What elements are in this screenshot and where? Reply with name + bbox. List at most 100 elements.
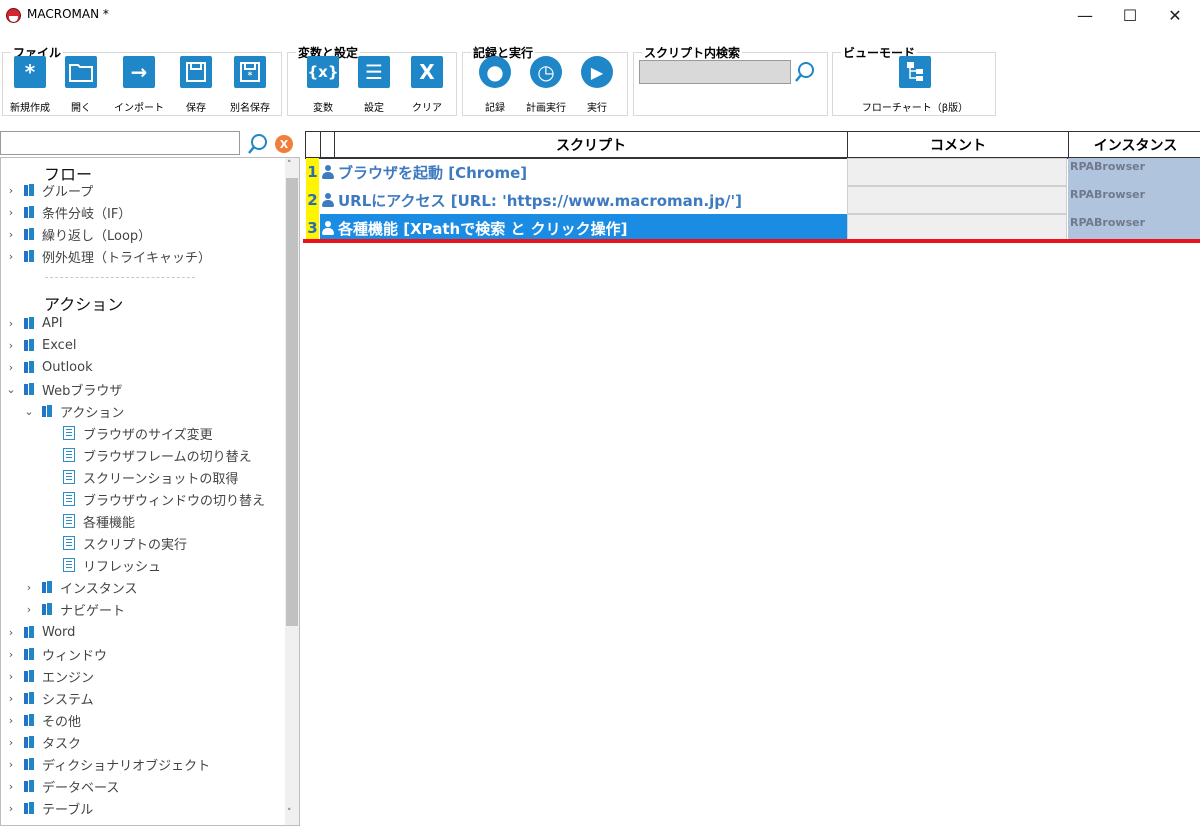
chevron-right-icon: › bbox=[8, 779, 14, 793]
tree-item-web-browser[interactable]: ⌄ Webブラウザ bbox=[5, 378, 122, 400]
book-icon bbox=[23, 647, 35, 661]
tree-item-database[interactable]: › データベース bbox=[5, 775, 119, 797]
flowchart-button-label: フローチャート（β版） bbox=[861, 103, 969, 114]
document-icon bbox=[63, 448, 75, 462]
column-header-instance[interactable]: インスタンス bbox=[1068, 131, 1200, 159]
tree-item-label: システム bbox=[42, 692, 94, 708]
instance-cell[interactable]: RPABrowser bbox=[1068, 214, 1200, 242]
search-icon[interactable] bbox=[794, 61, 816, 87]
tree-item-api[interactable]: › API bbox=[5, 312, 63, 334]
title-bar: MACROMAN * — ☐ ✕ bbox=[0, 0, 1200, 32]
tree-item-label: エンジン bbox=[42, 670, 95, 686]
tree-leaf-frame-switch[interactable]: ブラウザフレームの切り替え bbox=[63, 444, 252, 466]
tree-item-label: Word bbox=[42, 624, 76, 640]
schedule-run-button[interactable]: ◷ 計画実行 bbox=[521, 55, 571, 114]
tree-leaf-resize[interactable]: ブラウザのサイズ変更 bbox=[63, 422, 213, 444]
tree-leaf-window-switch[interactable]: ブラウザウィンドウの切り替え bbox=[63, 488, 265, 510]
tree-item-if[interactable]: › 条件分岐（IF） bbox=[5, 201, 131, 223]
chevron-down-icon: ⌄ bbox=[6, 382, 16, 396]
scroll-down-icon[interactable]: ˅ bbox=[287, 808, 292, 818]
save-as-button[interactable]: * 別名保存 bbox=[225, 55, 275, 114]
tree-item-task[interactable]: › タスク bbox=[5, 731, 81, 753]
chevron-down-icon: ⌄ bbox=[24, 404, 34, 418]
clear-search-icon[interactable]: X bbox=[275, 135, 293, 153]
book-icon bbox=[23, 183, 35, 197]
script-grid: スクリプト コメント インスタンス 1 ブラウザを起動 [Chrome] RPA… bbox=[303, 131, 1200, 826]
action-person-icon bbox=[320, 164, 336, 180]
tree-item-try-catch[interactable]: › 例外処理（トライキャッチ） bbox=[5, 245, 211, 267]
comment-cell[interactable] bbox=[847, 214, 1067, 242]
tree-item-label: ナビゲート bbox=[60, 603, 126, 619]
tree-leaf-various-functions[interactable]: 各種機能 bbox=[63, 510, 135, 532]
tree-item-engine[interactable]: › エンジン bbox=[5, 665, 94, 687]
table-row[interactable]: URLにアクセス [URL: 'https://www.macroman.jp/… bbox=[320, 186, 847, 214]
import-button-label: インポート bbox=[114, 103, 164, 114]
comment-cell[interactable] bbox=[847, 158, 1067, 186]
chevron-right-icon: › bbox=[8, 691, 14, 705]
save-button[interactable]: 保存 bbox=[171, 55, 221, 114]
import-button[interactable]: → インポート bbox=[114, 55, 164, 114]
document-icon bbox=[63, 426, 75, 440]
tree-scrollbar[interactable]: ˄ ˅ bbox=[285, 158, 299, 825]
clear-button[interactable]: X クリア bbox=[402, 55, 452, 114]
tree-leaf-screenshot[interactable]: スクリーンショットの取得 bbox=[63, 466, 238, 488]
chevron-right-icon: › bbox=[8, 735, 14, 749]
tree-item-label: アクション bbox=[60, 405, 125, 421]
variables-icon: {x} bbox=[307, 56, 339, 88]
open-button[interactable]: 開く bbox=[56, 55, 106, 114]
settings-button[interactable]: ☰ 設定 bbox=[349, 55, 399, 114]
row-header-corner-2 bbox=[320, 131, 335, 159]
book-icon bbox=[23, 227, 35, 241]
script-search-input[interactable] bbox=[639, 60, 791, 84]
script-search-group: スクリプト内検索 bbox=[633, 44, 828, 116]
row-header-corner bbox=[305, 131, 321, 159]
file-group: ファイル * 新規作成 開く → インポート 保存 * 別名保存 bbox=[2, 44, 282, 116]
tree-item-excel[interactable]: › Excel bbox=[5, 334, 77, 356]
run-button[interactable]: ▶ 実行 bbox=[572, 55, 622, 114]
tree-item-label: Excel bbox=[42, 337, 77, 353]
tree-item-outlook[interactable]: › Outlook bbox=[5, 356, 93, 378]
row-number: 3 bbox=[306, 214, 319, 242]
table-row[interactable]: ブラウザを起動 [Chrome] bbox=[320, 158, 847, 186]
table-row-selected[interactable]: 各種機能 [XPathで検索 と クリック操作] bbox=[320, 214, 847, 242]
tree-item-loop[interactable]: › 繰り返し（Loop） bbox=[5, 223, 151, 245]
close-button[interactable]: ✕ bbox=[1152, 0, 1198, 30]
open-button-label: 開く bbox=[71, 103, 91, 114]
action-person-icon bbox=[320, 192, 336, 208]
tree-leaf-run-script[interactable]: スクリプトの実行 bbox=[63, 532, 187, 554]
column-header-comment[interactable]: コメント bbox=[847, 131, 1069, 159]
instance-cell[interactable]: RPABrowser bbox=[1068, 186, 1200, 214]
record-button[interactable]: ● 記録 bbox=[470, 55, 520, 114]
scroll-up-icon[interactable]: ˄ bbox=[287, 160, 292, 170]
tree-item-other[interactable]: › その他 bbox=[5, 709, 81, 731]
tree-item-group[interactable]: › グループ bbox=[5, 179, 93, 201]
tree-item-word[interactable]: › Word bbox=[5, 621, 76, 643]
new-button[interactable]: * 新規作成 bbox=[5, 55, 55, 114]
tree-item-window[interactable]: › ウィンドウ bbox=[5, 643, 107, 665]
minimize-button[interactable]: — bbox=[1062, 0, 1108, 30]
tree-search-icon[interactable] bbox=[247, 133, 269, 159]
column-header-script[interactable]: スクリプト bbox=[334, 131, 848, 159]
tree-item-dictionary[interactable]: › ディクショナリオブジェクト bbox=[5, 753, 210, 775]
scroll-thumb[interactable] bbox=[286, 178, 298, 626]
action-search-input[interactable] bbox=[0, 131, 240, 155]
tree-item-navigate[interactable]: › ナビゲート bbox=[23, 598, 125, 620]
book-icon bbox=[23, 691, 35, 705]
clear-icon: X bbox=[411, 56, 443, 88]
tree-item-system[interactable]: › システム bbox=[5, 687, 94, 709]
app-logo-icon bbox=[6, 8, 21, 23]
tree-item-table[interactable]: › テーブル bbox=[5, 797, 93, 819]
book-icon bbox=[23, 779, 35, 793]
chevron-right-icon: › bbox=[26, 602, 32, 616]
chevron-right-icon: › bbox=[8, 757, 14, 771]
tree-leaf-refresh[interactable]: リフレッシュ bbox=[63, 554, 161, 576]
flowchart-button[interactable]: フローチャート（β版） bbox=[862, 55, 968, 114]
variables-button[interactable]: {x} 変数 bbox=[298, 55, 348, 114]
instance-cell[interactable]: RPABrowser bbox=[1068, 158, 1200, 186]
maximize-button[interactable]: ☐ bbox=[1107, 0, 1153, 30]
chevron-right-icon: › bbox=[8, 647, 14, 661]
tree-item-instance[interactable]: › インスタンス bbox=[23, 576, 137, 598]
tree-item-web-actions[interactable]: ⌄ アクション bbox=[23, 400, 124, 422]
chevron-right-icon: › bbox=[8, 713, 14, 727]
comment-cell[interactable] bbox=[847, 186, 1067, 214]
